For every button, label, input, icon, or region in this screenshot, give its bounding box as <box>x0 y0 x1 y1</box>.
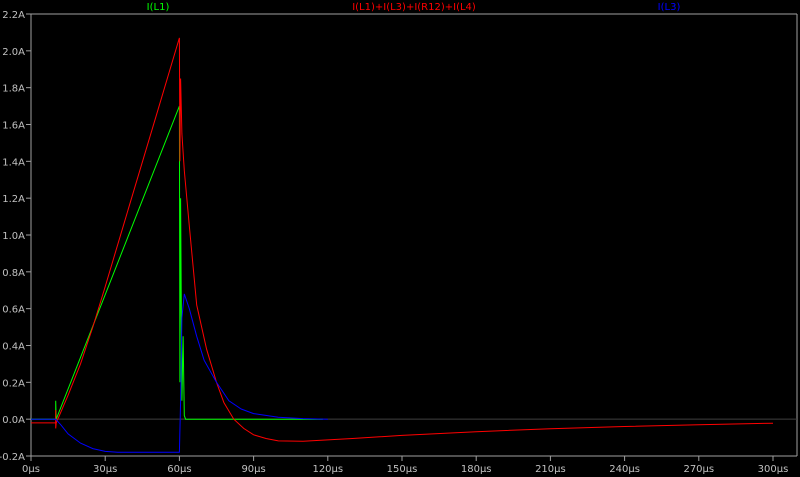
x-tick-label: 270µs <box>683 464 714 475</box>
y-tick-label: 1.2A <box>2 194 25 205</box>
legend-label-sum[interactable]: I(L1)+I(L3)+I(R12)+I(L4) <box>352 2 476 13</box>
y-tick-label: 0.6A <box>2 305 25 316</box>
y-tick-label: 0.0A <box>2 415 25 426</box>
y-tick-label: 1.0A <box>2 231 25 242</box>
y-tick-label: 1.8A <box>2 84 25 95</box>
x-tick-label: 240µs <box>609 464 640 475</box>
y-tick-label: 0.4A <box>2 342 25 353</box>
x-tick-label: 210µs <box>535 464 566 475</box>
legend: I(L1) I(L1)+I(L3)+I(R12)+I(L4) I(L3) <box>147 2 681 13</box>
y-tick-label: 0.2A <box>2 378 25 389</box>
y-tick-label: -0.2A <box>0 452 25 463</box>
trace-1 <box>31 37 774 442</box>
x-tick-label: 120µs <box>312 464 343 475</box>
x-tick-label: 60µs <box>167 464 191 475</box>
trace-0 <box>31 105 323 420</box>
x-tick-label: 180µs <box>461 464 492 475</box>
waveform-plot: -0.2A 0.0A 0.2A 0.4A 0.6A 0.8A 1.0A 1.2A 1.4A 1.6… <box>0 2 798 475</box>
y-tick-label: 2.2A <box>2 10 25 21</box>
x-tick-label: 300µs <box>758 464 789 475</box>
y-tick-label: 1.6A <box>2 121 25 132</box>
legend-label-i-l1[interactable]: I(L1) <box>147 2 170 13</box>
x-tick-label: 30µs <box>93 464 117 475</box>
y-tick-label: 1.4A <box>2 157 25 168</box>
axes: -0.2A 0.0A 0.2A 0.4A 0.6A 0.8A 1.0A 1.2A 1.4A 1.6… <box>0 10 798 475</box>
traces <box>31 37 774 453</box>
y-tick-label: 2.0A <box>2 47 25 58</box>
x-tick-label: 150µs <box>387 464 418 475</box>
legend-label-i-l3[interactable]: I(L3) <box>658 2 681 13</box>
x-tick-label: 0µs <box>22 464 40 475</box>
x-tick-label: 90µs <box>241 464 265 475</box>
y-tick-label: 0.8A <box>2 268 25 279</box>
